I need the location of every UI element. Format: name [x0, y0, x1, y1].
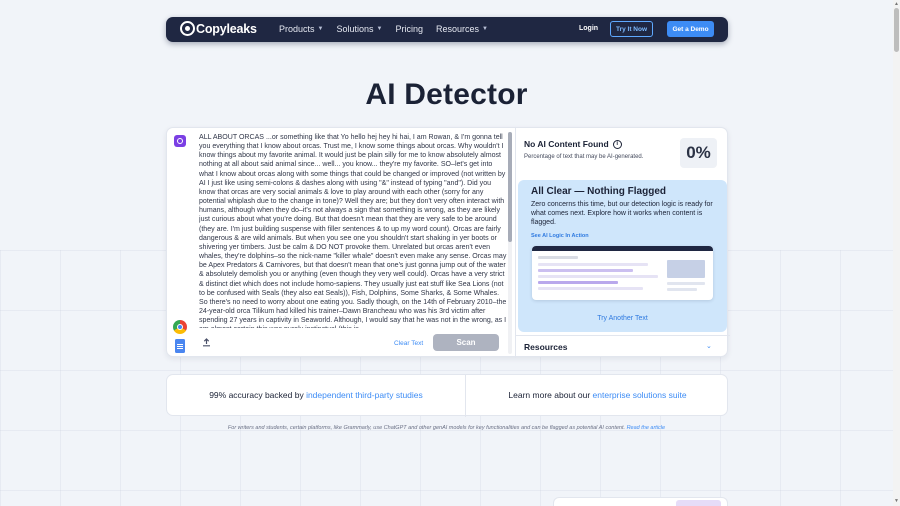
feature-strip: 99% accuracy backed by independent third…	[166, 374, 728, 417]
top-nav: Copyleaks Products ▼ Solutions ▼ Pricing R…	[166, 17, 728, 42]
chevron-down-icon: ▼	[317, 26, 324, 32]
nav-solutions[interactable]: Solutions ▼	[336, 24, 382, 34]
enterprise-statement: Learn more about our enterprise solution…	[508, 390, 687, 400]
page-scrollbar-thumb[interactable]	[894, 8, 899, 52]
result-title: No AI Content Found i	[524, 139, 622, 149]
ai-detector-icon[interactable]	[174, 135, 186, 147]
clear-text-button[interactable]: Clear Text	[394, 340, 423, 347]
all-clear-title: All Clear — Nothing Flagged	[531, 186, 667, 197]
ai-logic-preview-image	[532, 246, 713, 300]
login-link[interactable]: Login	[579, 25, 598, 32]
logo-text: Copyleaks	[196, 21, 257, 36]
page-title: AI Detector	[365, 78, 528, 111]
accuracy-statement: 99% accuracy backed by independent third…	[209, 390, 423, 400]
chevron-down-icon: ▼	[482, 26, 488, 32]
enterprise-suite-link[interactable]: enterprise solutions suite	[593, 390, 687, 400]
divider	[516, 335, 730, 336]
ai-percentage: 0%	[680, 138, 717, 168]
try-another-text-button[interactable]: Try Another Text	[518, 315, 727, 322]
detector-card: ALL ABOUT ORCAS ...or something like tha…	[166, 127, 730, 358]
text-scrollbar-thumb[interactable]	[508, 132, 512, 242]
read-article-link[interactable]: Read the article	[627, 425, 666, 431]
chrome-extension-icon[interactable]	[173, 320, 187, 334]
scroll-up-icon[interactable]: ▲	[894, 1, 899, 7]
input-source-rail	[167, 128, 195, 358]
try-now-button[interactable]: Try It Now	[610, 21, 653, 37]
nav-links: Products ▼ Solutions ▼ Pricing Resources ▼	[279, 24, 488, 34]
resources-toggle[interactable]: Resources	[524, 342, 567, 352]
text-input[interactable]: ALL ABOUT ORCAS ...or something like tha…	[199, 133, 507, 328]
all-clear-panel: All Clear — Nothing Flagged Zero concern…	[518, 180, 727, 332]
ai-logic-link[interactable]: See AI Logic In Action	[531, 233, 589, 239]
scan-button[interactable]: Scan	[433, 334, 499, 351]
logo-icon	[180, 21, 195, 36]
nav-products[interactable]: Products ▼	[279, 24, 323, 34]
third-party-studies-link[interactable]: independent third-party studies	[306, 390, 423, 400]
google-docs-icon[interactable]	[175, 339, 185, 353]
next-section-badge	[676, 500, 721, 506]
info-icon[interactable]: i	[612, 139, 622, 149]
upload-icon[interactable]	[202, 338, 211, 347]
footnote: For writers and students, certain platfo…	[227, 425, 666, 431]
chevron-down-icon[interactable]: ⌄	[706, 342, 712, 350]
logo[interactable]: Copyleaks	[180, 21, 257, 36]
nav-pricing[interactable]: Pricing	[395, 24, 423, 34]
nav-resources[interactable]: Resources ▼	[436, 24, 488, 34]
result-subtitle: Percentage of text that may be AI-genera…	[524, 154, 644, 160]
results-panel: No AI Content Found i Percentage of text…	[515, 128, 730, 358]
chevron-down-icon: ▼	[376, 26, 383, 32]
page-scrollbar-track[interactable]	[893, 0, 900, 506]
editor-toolbar: Clear Text Scan	[195, 331, 507, 357]
all-clear-description: Zero concerns this time, but our detecti…	[531, 201, 713, 226]
get-demo-button[interactable]: Get a Demo	[667, 21, 714, 37]
scroll-down-icon[interactable]: ▼	[894, 498, 899, 504]
